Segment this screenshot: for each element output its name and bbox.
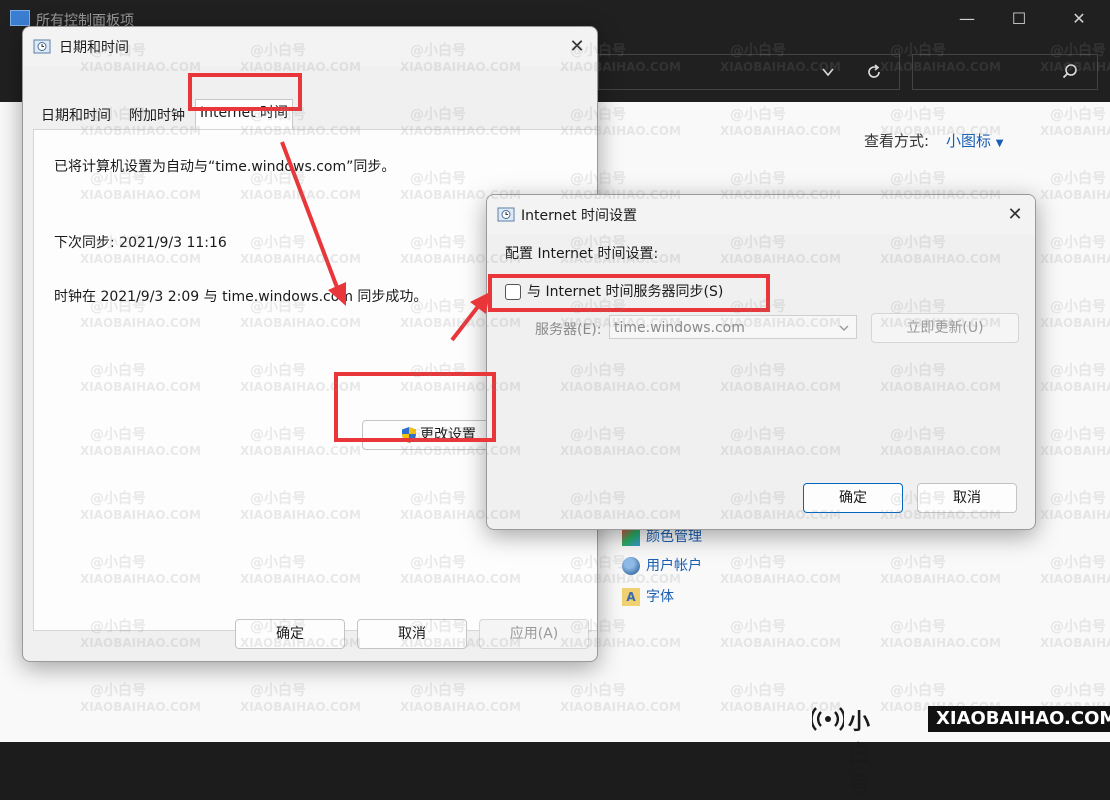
chevron-down-icon <box>839 325 849 331</box>
update-now-button[interactable]: 立即更新(U) <box>871 313 1019 343</box>
search-icon[interactable] <box>1061 63 1079 81</box>
tab-date-time[interactable]: 日期和时间 <box>37 103 115 129</box>
sync-checkbox[interactable] <box>505 284 521 300</box>
search-box[interactable] <box>912 54 1098 90</box>
sync-checkbox-label[interactable]: 与 Internet 时间服务器同步(S) <box>527 281 723 301</box>
address-box[interactable] <box>598 54 900 90</box>
datetime-close-icon[interactable]: ✕ <box>561 33 593 61</box>
datetime-dialog-title: 日期和时间 <box>59 40 129 56</box>
view-by-value: 小图标 <box>946 132 992 150</box>
logo-text-cn: 小白号 <box>848 710 871 799</box>
clock-icon <box>33 39 51 54</box>
close-button[interactable]: ✕ <box>1054 0 1104 38</box>
minimize-button[interactable]: — <box>942 0 992 38</box>
maximize-button[interactable]: ☐ <box>994 0 1044 38</box>
datetime-apply-button[interactable]: 应用(A) <box>479 619 589 649</box>
sync-status-text: 已将计算机设置为自动与“time.windows.com”同步。 <box>54 159 396 175</box>
view-by-dropdown[interactable]: 小图标 ▼ <box>946 130 1004 151</box>
clock-icon <box>497 207 515 222</box>
config-label: 配置 Internet 时间设置: <box>505 246 659 262</box>
logo-text-en: XIAOBAIHAO.COM <box>928 706 1110 732</box>
tab-additional-clocks[interactable]: 附加时钟 <box>125 103 189 129</box>
server-value: time.windows.com <box>614 320 745 336</box>
internet-time-settings-dialog: Internet 时间设置 ✕ 配置 Internet 时间设置: 与 Inte… <box>486 194 1036 530</box>
internet-time-dialog-titlebar: Internet 时间设置 ✕ <box>487 195 1035 235</box>
broadcast-icon <box>812 707 844 731</box>
color-management-icon <box>622 528 640 546</box>
chevron-down-icon[interactable] <box>821 65 835 79</box>
next-sync-text: 下次同步: 2021/9/3 11:16 <box>54 235 227 251</box>
datetime-dialog-titlebar: 日期和时间 ✕ <box>23 27 597 67</box>
internet-time-cancel-button[interactable]: 取消 <box>917 483 1017 513</box>
datetime-cancel-button[interactable]: 取消 <box>357 619 467 649</box>
caret-down-icon: ▼ <box>995 138 1004 149</box>
internet-time-ok-button[interactable]: 确定 <box>803 483 903 513</box>
internet-time-close-icon[interactable]: ✕ <box>999 201 1031 229</box>
fonts-icon: A <box>622 588 640 606</box>
user-accounts-icon <box>622 557 640 575</box>
last-sync-text: 时钟在 2021/9/3 2:09 与 time.windows.com 同步成… <box>54 289 428 305</box>
internet-time-dialog-title: Internet 时间设置 <box>521 208 638 224</box>
server-label: 服务器(E): <box>535 322 602 338</box>
tab-internet-time[interactable]: Internet 时间 <box>195 99 294 130</box>
control-panel-app-icon <box>10 10 30 26</box>
datetime-ok-button[interactable]: 确定 <box>235 619 345 649</box>
view-by-label: 查看方式: <box>864 132 930 150</box>
cp-item-fonts[interactable]: A 字体 <box>622 586 674 608</box>
uac-shield-icon <box>402 427 416 443</box>
cp-item-user-accounts[interactable]: 用户帐户 <box>622 555 702 577</box>
server-select[interactable]: time.windows.com <box>609 315 857 339</box>
refresh-icon[interactable] <box>865 63 883 81</box>
